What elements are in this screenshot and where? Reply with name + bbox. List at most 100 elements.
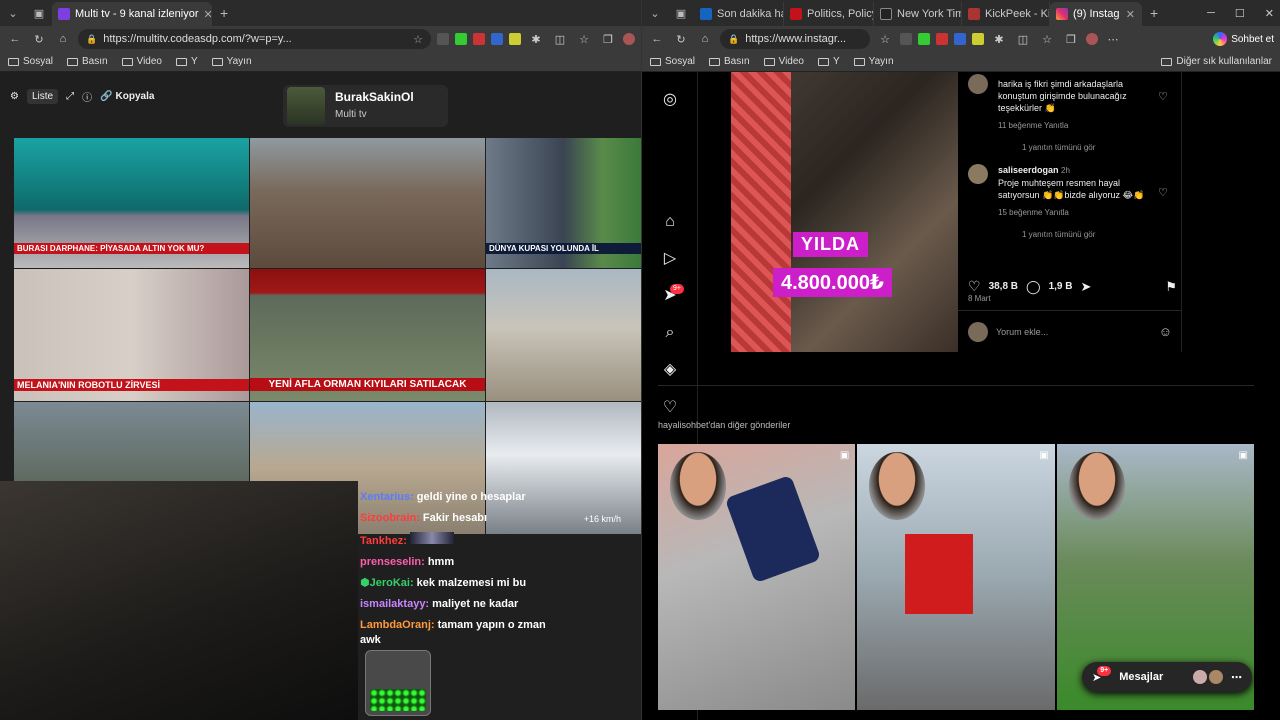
new-tab-button[interactable]: + [1142, 5, 1166, 21]
extension-icon[interactable] [936, 33, 948, 45]
extension-icon[interactable] [509, 33, 521, 45]
save-bookmark-icon[interactable]: ⚑ [1165, 279, 1177, 295]
settings-button[interactable]: ⚙ [10, 91, 19, 102]
split-screen-icon[interactable]: ◫ [1014, 33, 1032, 46]
home-icon[interactable]: ⌂ [660, 212, 680, 232]
copilot-chat-label: Sohbet et [1231, 33, 1274, 45]
profile-avatar[interactable] [1086, 33, 1098, 45]
favorites-icon[interactable]: ☆ [575, 33, 593, 46]
bookmark-label: Basın [724, 56, 750, 67]
like-comment-icon[interactable]: ♡ [1158, 90, 1168, 103]
bookmark-folder[interactable]: Sosyal [8, 56, 53, 67]
extension-icon[interactable] [473, 33, 485, 45]
reload-icon[interactable]: ↻ [672, 33, 690, 46]
other-bookmarks[interactable]: Diğer sık kullanılanlar [1161, 56, 1272, 67]
tab-news[interactable]: Son dakika ha✕ [694, 2, 784, 26]
bookmark-folder[interactable]: Y [176, 56, 198, 67]
video-tile-4[interactable]: MELANIA'NIN ROBOTLU ZİRVESİ [14, 269, 249, 401]
like-icon[interactable]: ♡ [968, 278, 981, 295]
tab-actions-icon[interactable]: ⌄ [0, 7, 26, 20]
instagram-logo-icon[interactable]: ◎ [660, 90, 680, 110]
bookmark-folder[interactable]: Y [818, 56, 840, 67]
messages-bar[interactable]: ➤ 9+ Mesajlar ⋯ [1082, 662, 1252, 692]
bookmark-folder[interactable]: Yayın [853, 56, 894, 67]
video-tile-1[interactable]: BURASI DARPHANE: PİYASADA ALTIN YOK MU? [14, 138, 249, 268]
close-tab-icon[interactable]: ✕ [1126, 8, 1135, 21]
video-tile-6[interactable] [486, 269, 641, 401]
extension-icon[interactable] [437, 33, 449, 45]
tab-instagram[interactable]: (9) Instag ✕ [1050, 2, 1142, 26]
new-tab-button[interactable]: + [212, 5, 236, 21]
view-replies-link[interactable]: 1 yanıtın tümünü gör [998, 142, 1148, 154]
favorite-star-icon[interactable]: ☆ [413, 33, 423, 46]
address-bar[interactable]: 🔒 https://multitv.codeasdp.com/?w=p=y...… [78, 29, 431, 49]
extensions-puzzle-icon[interactable]: ✱ [990, 33, 1008, 46]
view-replies-link[interactable]: 1 yanıtın tümünü gör [998, 229, 1148, 241]
bookmark-folder[interactable]: Video [121, 56, 162, 67]
extension-icon[interactable] [491, 33, 503, 45]
like-comment-icon[interactable]: ♡ [1158, 186, 1168, 199]
bookmark-folder[interactable]: Basın [67, 56, 108, 67]
profile-avatar[interactable] [623, 33, 635, 45]
workspaces-icon[interactable]: ▣ [668, 7, 694, 20]
extension-icon[interactable] [455, 33, 467, 45]
tab-politico[interactable]: Politics, Policy✕ [784, 2, 874, 26]
home-icon[interactable]: ⌂ [696, 33, 714, 45]
close-window-icon[interactable]: ✕ [1265, 7, 1274, 20]
share-icon[interactable]: ➤ [1081, 279, 1092, 295]
info-icon[interactable]: ⓘ [82, 89, 92, 104]
collections-icon[interactable]: ❒ [599, 33, 617, 46]
video-tile-7[interactable] [14, 402, 249, 481]
fullscreen-icon[interactable]: ⤢ [66, 91, 74, 102]
search-icon[interactable]: ⌕ [660, 323, 680, 343]
tab-nytimes[interactable]: New York Tim✕ [874, 2, 962, 26]
copilot-chat-button[interactable]: Sohbet et [1213, 32, 1274, 46]
post-thumbnail[interactable]: ▣ [857, 444, 1055, 710]
copy-link-button[interactable]: 🔗 Kopyala [100, 91, 154, 102]
workspaces-icon[interactable]: ▣ [26, 7, 52, 20]
explore-icon[interactable]: ◈ [660, 360, 680, 380]
chat-message: ⬢JeroKai: kek malzemesi mi bu [360, 576, 640, 591]
extension-icon[interactable] [918, 33, 930, 45]
extension-icon[interactable] [900, 33, 912, 45]
extensions-puzzle-icon[interactable]: ✱ [527, 33, 545, 46]
channel-card[interactable]: BurakSakinOl Multi tv [283, 85, 448, 127]
maximize-icon[interactable]: ☐ [1235, 7, 1245, 20]
tab-actions-icon[interactable]: ⌄ [642, 7, 668, 20]
more-icon[interactable]: ⋯ [1231, 671, 1242, 684]
tab-kickpeek[interactable]: KickPeek - Kic✕ [962, 2, 1050, 26]
bookmark-folder[interactable]: Basın [709, 56, 750, 67]
video-tile-5[interactable]: YENİ AFLA ORMAN KIYILARI SATILACAK [250, 269, 485, 401]
tab-multitv[interactable]: Multi tv - 9 kanal izleniyor ✕ [52, 2, 212, 26]
collections-icon[interactable]: ❒ [1062, 33, 1080, 46]
split-screen-icon[interactable]: ◫ [551, 33, 569, 46]
bookmark-folder[interactable]: Yayın [211, 56, 252, 67]
minimize-icon[interactable]: ─ [1207, 7, 1215, 19]
extension-icon[interactable] [954, 33, 966, 45]
home-icon[interactable]: ⌂ [54, 33, 72, 45]
address-bar[interactable]: 🔒 https://www.instagr... [720, 29, 870, 49]
comment-username[interactable]: saliseerdogan [998, 165, 1059, 175]
comment-icon[interactable]: ◯ [1026, 279, 1041, 295]
bookmark-folder[interactable]: Video [763, 56, 804, 67]
video-tile-2[interactable] [250, 138, 485, 268]
reels-icon[interactable]: ▷ [660, 249, 680, 269]
comment-input[interactable]: Yorum ekle... [996, 327, 1151, 337]
back-icon[interactable]: ← [6, 33, 24, 45]
reload-icon[interactable]: ↻ [30, 33, 48, 46]
emoji-icon[interactable]: ☺ [1159, 324, 1172, 339]
favorite-star-icon[interactable]: ☆ [876, 33, 894, 46]
more-menu-icon[interactable]: ⋯ [1104, 33, 1122, 46]
bookmark-folder[interactable]: Sosyal [650, 56, 695, 67]
video-tile-3[interactable]: DÜNYA KUPASI YOLUNDA İL [486, 138, 641, 268]
list-button[interactable]: Liste [26, 88, 59, 104]
left-browser-window: ⌄ ▣ Multi tv - 9 kanal izleniyor ✕ + ← ↻… [0, 0, 641, 720]
close-tab-icon[interactable]: ✕ [204, 8, 212, 21]
back-icon[interactable]: ← [648, 33, 666, 45]
add-comment-bar: Yorum ekle... ☺ [958, 310, 1182, 352]
post-image[interactable]: YILDA 4.800.000₺ [731, 72, 958, 352]
post-thumbnail[interactable]: ▣ [658, 444, 856, 710]
heart-icon[interactable]: ♡ [660, 398, 680, 418]
favorites-icon[interactable]: ☆ [1038, 33, 1056, 46]
extension-icon[interactable] [972, 33, 984, 45]
